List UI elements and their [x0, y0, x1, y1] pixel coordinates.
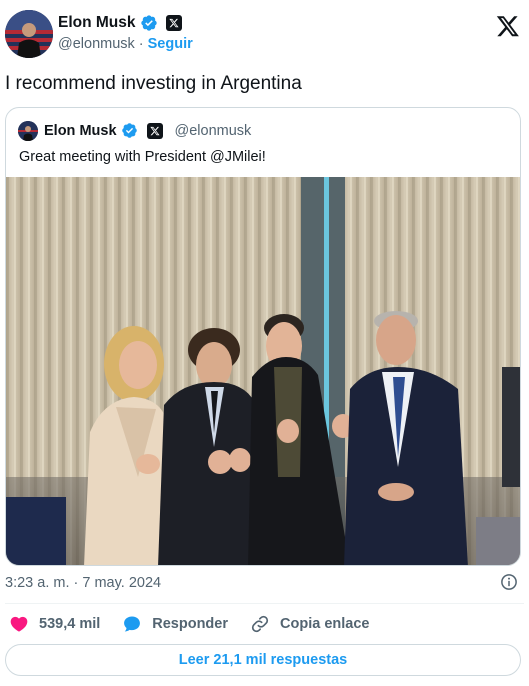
tweet-text: I recommend investing in Argentina	[5, 73, 302, 94]
x-affiliate-icon	[165, 15, 182, 31]
quoted-tweet[interactable]: Elon Musk @elonmusk Great meeting with P…	[5, 107, 521, 566]
reply-icon	[122, 614, 142, 634]
read-replies-button[interactable]: Leer 21,1 mil respuestas	[5, 644, 521, 676]
verified-icon	[121, 122, 139, 140]
reply-button[interactable]: Responder	[122, 614, 228, 634]
copy-link-label: Copia enlace	[280, 616, 370, 632]
verified-icon	[140, 14, 158, 32]
divider	[5, 603, 524, 604]
quoted-tweet-text: Great meeting with President @JMilei!	[19, 149, 266, 165]
x-affiliate-icon	[146, 123, 163, 139]
quoted-author-handle: @elonmusk	[174, 123, 252, 139]
author-name[interactable]: Elon Musk	[58, 14, 136, 32]
copy-link-button[interactable]: Copia enlace	[250, 614, 369, 634]
author-avatar[interactable]	[5, 10, 53, 58]
action-bar: 539,4 mil Responder Copia enlace	[9, 612, 391, 636]
quoted-author-avatar	[18, 121, 38, 141]
x-logo-icon[interactable]	[496, 14, 520, 38]
like-button[interactable]: 539,4 mil	[9, 614, 100, 634]
heart-icon	[9, 614, 29, 634]
follow-button[interactable]: Seguir	[148, 36, 193, 52]
tweet-header: Elon Musk @elonmusk · Seguir	[5, 8, 524, 60]
author-handle[interactable]: @elonmusk	[58, 36, 135, 52]
tweet-timestamp[interactable]: 3:23 a. m. · 7 may. 2024	[5, 575, 161, 591]
handle-separator: ·	[138, 36, 144, 52]
quoted-tweet-photo[interactable]	[6, 177, 520, 565]
like-count: 539,4 mil	[39, 616, 101, 632]
info-icon[interactable]	[500, 573, 518, 591]
quoted-author-name: Elon Musk	[44, 123, 117, 139]
reply-label: Responder	[152, 616, 229, 632]
link-icon	[250, 614, 270, 634]
